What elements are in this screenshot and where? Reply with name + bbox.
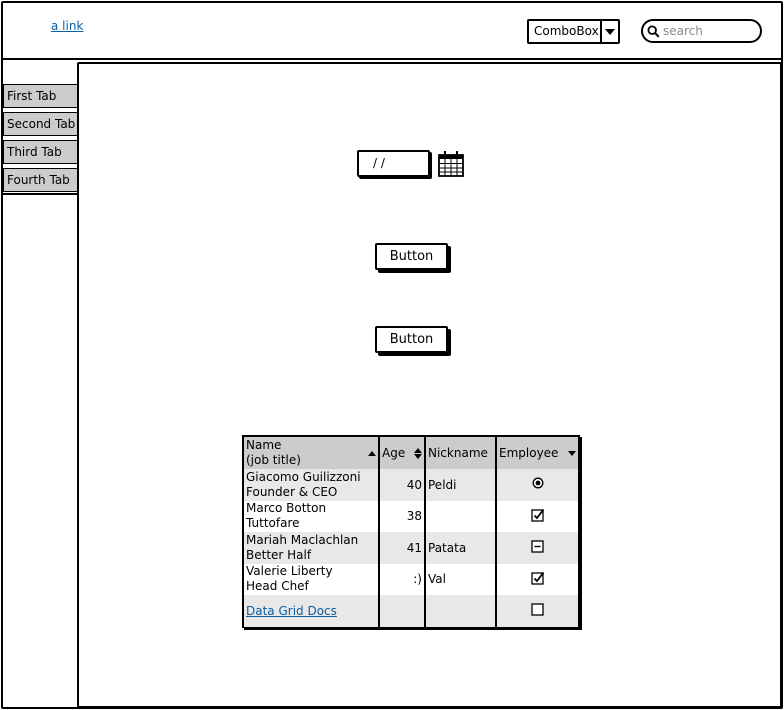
data-grid: Name (job title) Age Nickname Employee G…	[242, 435, 580, 628]
cell-job-title: Tuttofare	[246, 516, 300, 531]
table-row[interactable]: Mariah Maclachlan Better Half 41 Patata	[244, 532, 578, 564]
column-header-nickname-label: Nickname	[428, 446, 488, 460]
cell-job-title: Better Half	[246, 547, 312, 562]
checkbox-checked-icon[interactable]	[530, 571, 545, 585]
cell-nickname: Patata	[425, 532, 497, 564]
tab-third[interactable]: Third Tab	[3, 140, 79, 164]
table-row[interactable]: Valerie Liberty Head Chef :) Val	[244, 563, 578, 596]
table-footer-row: Data Grid Docs	[244, 595, 578, 627]
combobox-dropdown-button[interactable]	[600, 21, 618, 42]
tab-fourth[interactable]: Fourth Tab	[3, 168, 79, 192]
sort-icon	[414, 447, 422, 459]
cell-nickname: Val	[425, 563, 497, 595]
header-bar: a link ComboBox	[1, 1, 783, 60]
table-row[interactable]: Giacomo Guilizzoni Founder & CEO 40 Peld…	[244, 469, 578, 501]
combobox[interactable]: ComboBox	[527, 19, 620, 44]
search-box[interactable]	[641, 19, 762, 43]
cell-nickname: Peldi	[425, 469, 497, 501]
column-header-employee[interactable]: Employee	[496, 437, 578, 469]
top-link[interactable]: a link	[51, 19, 83, 33]
cell-name: Giacomo Guilizzoni	[246, 469, 361, 484]
cell-name: Valerie Liberty	[246, 564, 333, 579]
column-header-age[interactable]: Age	[378, 437, 426, 469]
cell-employee	[496, 564, 578, 596]
cell-age: 41	[378, 532, 426, 564]
cell-employee	[496, 501, 578, 533]
table-row[interactable]: Marco Botton Tuttofare 38	[244, 500, 578, 533]
column-header-name[interactable]: Name (job title)	[244, 437, 379, 469]
column-header-name-label: Name	[246, 438, 282, 452]
column-header-nickname[interactable]: Nickname	[425, 437, 497, 469]
combobox-value: ComboBox	[534, 24, 599, 38]
cell-nickname	[425, 500, 497, 532]
cell-age: 38	[378, 500, 426, 532]
cell-name: Mariah Maclachlan	[246, 532, 359, 547]
sort-descending-icon	[568, 450, 576, 456]
cell-nickname-empty	[425, 595, 497, 627]
chevron-down-icon	[605, 28, 615, 35]
vertical-tabs: First Tab Second Tab Third Tab Fourth Ta…	[1, 60, 79, 195]
column-header-age-label: Age	[382, 446, 406, 460]
cell-age-empty	[378, 595, 426, 627]
checkbox-unchecked-icon[interactable]	[531, 603, 544, 616]
sidebar: First Tab Second Tab Third Tab Fourth Ta…	[1, 60, 79, 708]
data-grid-docs-link[interactable]: Data Grid Docs	[246, 604, 337, 618]
radio-selected-icon[interactable]	[532, 477, 544, 489]
date-field[interactable]: / /	[357, 150, 430, 177]
cell-employee	[496, 532, 578, 564]
search-icon	[647, 24, 660, 38]
checkbox-indeterminate-icon[interactable]	[531, 540, 544, 553]
cell-age: 40	[378, 469, 426, 501]
primary-button[interactable]: Button	[375, 243, 448, 270]
column-header-name-sublabel: (job title)	[246, 453, 301, 467]
column-header-employee-label: Employee	[499, 446, 559, 460]
cell-job-title: Founder & CEO	[246, 484, 338, 499]
calendar-icon[interactable]	[437, 150, 465, 178]
cell-employee	[496, 595, 578, 627]
cell-name: Marco Botton	[246, 501, 327, 516]
sort-ascending-icon	[368, 450, 376, 456]
tab-second[interactable]: Second Tab	[3, 112, 79, 136]
data-grid-table: Name (job title) Age Nickname Employee G…	[244, 437, 578, 627]
search-input[interactable]	[663, 24, 755, 38]
checkbox-checked-icon[interactable]	[530, 508, 545, 522]
cell-job-title: Head Chef	[246, 579, 309, 594]
grid-header-row: Name (job title) Age Nickname Employee	[244, 437, 578, 469]
tab-first[interactable]: First Tab	[3, 84, 79, 108]
cell-age: :)	[378, 563, 426, 595]
secondary-button[interactable]: Button	[375, 326, 448, 353]
cell-employee	[496, 469, 578, 501]
